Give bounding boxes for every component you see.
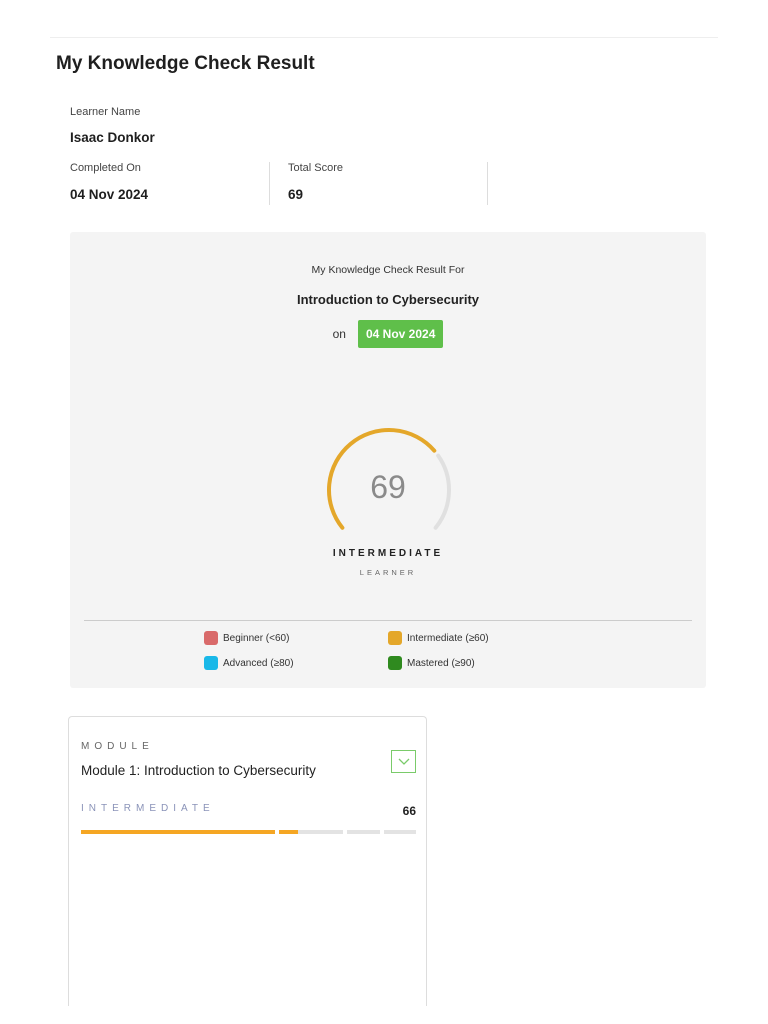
page-title: My Knowledge Check Result bbox=[56, 53, 315, 74]
completed-on-label: Completed On bbox=[70, 162, 141, 174]
legend-label: Intermediate (≥60) bbox=[407, 632, 489, 644]
legend-intermediate: Intermediate (≥60) bbox=[388, 631, 489, 645]
module-title: Module 1: Introduction to Cybersecurity bbox=[81, 763, 316, 778]
module-level: INTERMEDIATE bbox=[81, 803, 215, 814]
legend-swatch bbox=[388, 656, 402, 670]
total-score-label: Total Score bbox=[288, 162, 344, 174]
level-sub-label: LEARNER bbox=[359, 568, 417, 577]
module-card: MODULE Module 1: Introduction to Cyberse… bbox=[68, 716, 427, 1006]
chevron-down-icon bbox=[398, 758, 409, 765]
module-kicker: MODULE bbox=[81, 741, 154, 752]
learner-name-label: Learner Name bbox=[70, 106, 141, 118]
divider bbox=[84, 620, 692, 621]
progress-segment bbox=[383, 830, 416, 834]
legend-advanced: Advanced (≥80) bbox=[204, 656, 294, 670]
learner-name: Isaac Donkor bbox=[70, 130, 155, 145]
legend-label: Mastered (≥90) bbox=[407, 657, 475, 669]
legend-label: Beginner (<60) bbox=[223, 632, 290, 644]
completed-on-value: 04 Nov 2024 bbox=[70, 187, 149, 202]
total-score-value: 69 bbox=[288, 187, 304, 202]
gauge-score: 69 bbox=[370, 469, 406, 505]
result-heading: My Knowledge Check Result For bbox=[311, 264, 465, 276]
course-title: Introduction to Cybersecurity bbox=[296, 292, 480, 307]
date-badge: 04 Nov 2024 bbox=[357, 320, 444, 348]
legend-beginner: Beginner (<60) bbox=[204, 631, 289, 645]
divider bbox=[487, 162, 488, 205]
module-score: 66 bbox=[402, 804, 416, 818]
progress-segment bbox=[81, 830, 275, 834]
legend-swatch bbox=[204, 656, 218, 670]
legend-label: Advanced (≥80) bbox=[223, 657, 294, 669]
legend-swatch bbox=[204, 631, 218, 645]
divider bbox=[50, 37, 718, 38]
progress-fill bbox=[278, 830, 299, 834]
level-label: INTERMEDIATE bbox=[332, 548, 444, 559]
on-label: on bbox=[332, 327, 346, 341]
result-panel: My Knowledge Check Result For Introducti… bbox=[70, 232, 706, 688]
legend-swatch bbox=[388, 631, 402, 645]
expand-button[interactable] bbox=[391, 750, 416, 773]
divider bbox=[269, 162, 270, 205]
legend-mastered: Mastered (≥90) bbox=[388, 656, 475, 670]
progress-segment bbox=[278, 830, 344, 834]
progress-segment bbox=[347, 830, 380, 834]
progress-fill bbox=[81, 830, 275, 834]
